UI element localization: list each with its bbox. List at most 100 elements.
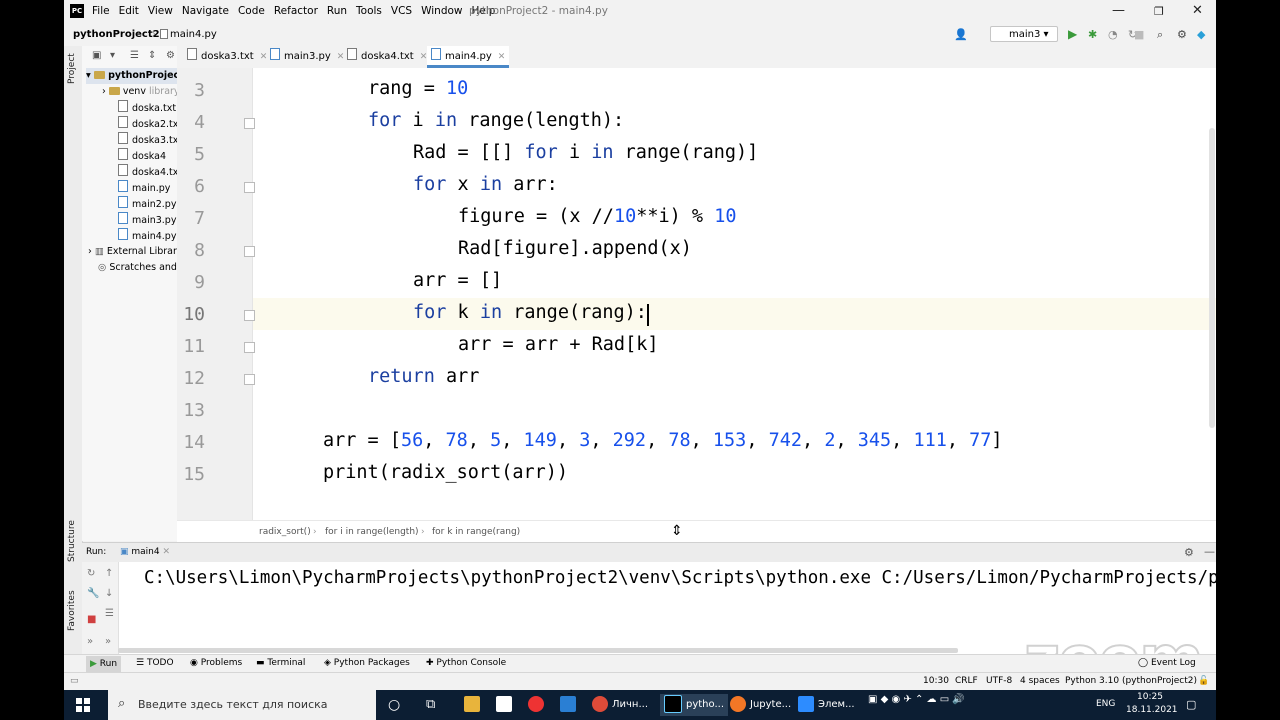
notifications-icon[interactable]: ▢ xyxy=(1186,698,1196,711)
jupyter-app[interactable]: Jupyte... xyxy=(730,694,791,716)
debug-icon[interactable]: ✱ xyxy=(1088,28,1097,41)
task-view-icon[interactable]: ⧉ xyxy=(426,694,435,716)
fold-marker-icon[interactable] xyxy=(244,118,255,129)
menu-vcs[interactable]: VCS xyxy=(391,5,412,17)
clock-date[interactable]: 18.11.2021 xyxy=(1126,705,1178,715)
tree-file[interactable]: main.py xyxy=(118,180,170,196)
collapse-all-icon[interactable]: ☰ xyxy=(130,50,139,61)
zoom-app[interactable]: Элем... xyxy=(798,694,855,716)
menu-window[interactable]: Window xyxy=(421,5,462,17)
chrome-app[interactable]: Личн... xyxy=(592,694,648,716)
breadcrumb-item[interactable]: for i in range(length) xyxy=(325,527,419,537)
tree-file[interactable]: doska.txt xyxy=(118,100,176,116)
tab-main4[interactable]: main4.py ✕ xyxy=(427,46,510,68)
fold-marker-icon[interactable] xyxy=(244,374,255,385)
windows-start-icon[interactable] xyxy=(76,698,90,712)
run-tab[interactable]: ▣ main4 ✕ xyxy=(120,547,170,557)
tool-tab-todo[interactable]: ☰ TODO xyxy=(136,658,174,668)
fold-marker-icon[interactable] xyxy=(244,310,255,321)
store-icon[interactable] xyxy=(496,694,516,716)
fold-marker-icon[interactable] xyxy=(244,182,255,193)
tree-root[interactable]: ▾ pythonProject2 xyxy=(86,68,177,84)
tool-tab-python-console[interactable]: ✚ Python Console xyxy=(426,658,506,668)
tree-venv[interactable]: › venv library root xyxy=(102,84,177,100)
gear-icon[interactable]: ⚙ xyxy=(1184,546,1194,559)
coverage-icon[interactable]: ◔ xyxy=(1108,28,1118,41)
menu-navigate[interactable]: Navigate xyxy=(182,5,229,17)
close-button[interactable]: ✕ xyxy=(1192,3,1203,18)
menu-code[interactable]: Code xyxy=(238,5,265,17)
hide-icon[interactable]: — xyxy=(1204,545,1215,558)
minimize-button[interactable]: — xyxy=(1112,3,1125,18)
tool-tab-python-packages[interactable]: ◈ Python Packages xyxy=(324,658,410,668)
search-icon[interactable]: ⌕ xyxy=(1157,28,1163,42)
tree-file[interactable]: doska4 xyxy=(118,148,166,164)
menu-file[interactable]: File xyxy=(92,5,110,17)
tray-icons[interactable]: ▣ ◆ ◉ ✈ ⌃ ☁ ▭ 🔊 xyxy=(868,694,965,705)
event-log-tab[interactable]: ◯ Event Log xyxy=(1138,658,1196,668)
more-icon[interactable]: » xyxy=(87,636,93,647)
close-tab-icon[interactable]: ✕ xyxy=(498,52,506,62)
tab-main3[interactable]: main3.py ✕ xyxy=(270,46,344,68)
rerun-icon[interactable]: ↻ xyxy=(87,568,95,579)
expand-icon[interactable]: ⇕ xyxy=(148,50,156,61)
nav-project-crumb[interactable]: pythonProject2 xyxy=(73,29,160,40)
tree-file[interactable]: main3.py xyxy=(118,212,176,228)
tab-doska3[interactable]: doska3.txt ✕ xyxy=(187,46,267,68)
layout-icon[interactable]: ▭ xyxy=(70,676,79,686)
nav-file-crumb[interactable]: main4.py xyxy=(170,29,217,40)
editor-scrollbar[interactable] xyxy=(1209,128,1215,428)
lock-icon[interactable]: 🔓 xyxy=(1198,676,1209,686)
arrow-down-icon[interactable]: ↓ xyxy=(105,588,113,599)
gear-icon[interactable]: ⚙ xyxy=(166,50,175,61)
project-tool-tab[interactable]: Project xyxy=(67,53,77,84)
fold-marker-icon[interactable] xyxy=(244,342,255,353)
breadcrumb-item[interactable]: for k in range(rang) xyxy=(432,527,520,537)
wrench-icon[interactable]: 🔧 xyxy=(87,588,99,599)
indent-setting[interactable]: 4 spaces xyxy=(1020,676,1060,686)
tree-external-libraries[interactable]: › ▥ External Libraries xyxy=(88,244,177,260)
tree-file[interactable]: doska3.txt xyxy=(118,132,177,148)
caret-position[interactable]: 10:30 xyxy=(923,676,949,686)
taskbar-search[interactable]: ⌕ Введите здесь текст для поиска xyxy=(108,690,376,720)
menu-edit[interactable]: Edit xyxy=(119,5,139,17)
tree-file[interactable]: doska2.txt xyxy=(118,116,177,132)
maximize-button[interactable]: ❐ xyxy=(1154,5,1164,18)
menu-tools[interactable]: Tools xyxy=(356,5,382,17)
input-language[interactable]: ENG xyxy=(1096,699,1115,709)
stop-icon[interactable]: ■ xyxy=(1134,28,1144,41)
mail-icon[interactable] xyxy=(560,694,580,716)
close-tab-icon[interactable]: ✕ xyxy=(162,547,170,557)
tree-file[interactable]: main4.py xyxy=(118,228,176,244)
soft-wrap-icon[interactable]: ☰ xyxy=(105,608,114,619)
tree-file[interactable]: main2.py xyxy=(118,196,176,212)
yandex-icon[interactable] xyxy=(528,694,548,716)
cortana-icon[interactable]: ○ xyxy=(388,694,400,716)
jetbrains-icon[interactable]: ◆ xyxy=(1197,28,1205,41)
breadcrumb-item[interactable]: radix_sort() xyxy=(259,527,311,537)
tab-doska4[interactable]: doska4.txt ✕ xyxy=(347,46,427,68)
menu-view[interactable]: View xyxy=(148,5,173,17)
more-icon[interactable]: » xyxy=(105,636,111,647)
favorites-tool-tab[interactable]: Favorites xyxy=(67,590,77,631)
python-interpreter[interactable]: Python 3.10 (pythonProject2) xyxy=(1065,676,1197,686)
run-icon[interactable]: ▶ xyxy=(1068,27,1077,41)
run-config-select[interactable]: main3 ▾ xyxy=(990,26,1058,42)
settings-icon[interactable]: ⚙ xyxy=(1177,28,1187,41)
close-tab-icon[interactable]: ✕ xyxy=(337,52,345,62)
clock-time[interactable]: 10:25 xyxy=(1137,692,1163,702)
tool-tab-problems[interactable]: ◉ Problems xyxy=(190,658,242,668)
tree-scratches[interactable]: ◎ Scratches and Consoles xyxy=(98,260,177,276)
pycharm-app[interactable]: pytho... xyxy=(660,694,729,716)
file-encoding[interactable]: UTF-8 xyxy=(986,676,1012,686)
menu-refactor[interactable]: Refactor xyxy=(274,5,318,17)
menu-run[interactable]: Run xyxy=(327,5,347,17)
tree-file[interactable]: doska4.txt xyxy=(118,164,177,180)
dropdown-icon[interactable]: ▾ xyxy=(110,50,115,61)
file-explorer-icon[interactable] xyxy=(464,694,484,716)
stop-icon[interactable]: ■ xyxy=(87,614,96,625)
arrow-up-icon[interactable]: ↑ xyxy=(105,568,113,579)
structure-tool-tab[interactable]: Structure xyxy=(67,520,77,562)
tool-tab-terminal[interactable]: ▬ Terminal xyxy=(256,658,305,668)
console-scrollbar[interactable] xyxy=(118,648,958,653)
